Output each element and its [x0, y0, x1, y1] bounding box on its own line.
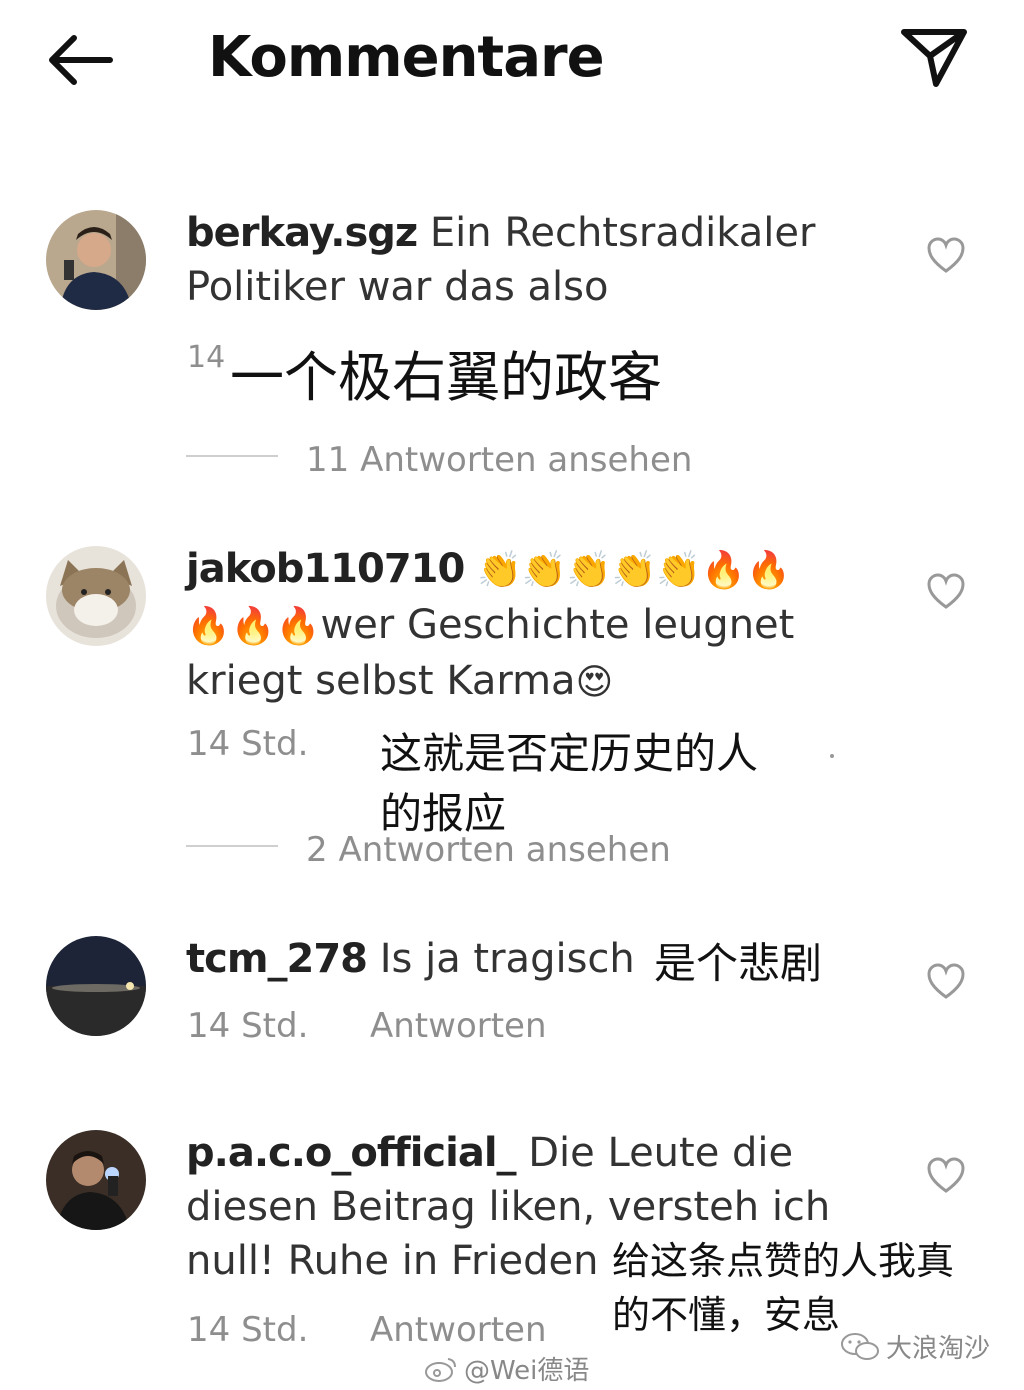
avatar[interactable]	[46, 1130, 146, 1230]
comment-username[interactable]: tcm_278	[186, 936, 368, 982]
avatar[interactable]	[46, 546, 146, 646]
heart-icon	[927, 573, 965, 609]
weibo-watermark: @Wei德语	[424, 1350, 589, 1387]
comment-body: Is ja tragisch	[379, 936, 635, 982]
comment-username[interactable]: p.a.c.o_official_	[186, 1130, 517, 1176]
wechat-watermark: 大浪淘沙	[840, 1328, 990, 1365]
comment-text: jakob110710 👏👏👏👏👏🔥🔥 🔥🔥🔥wer Geschichte le…	[186, 542, 886, 710]
like-button[interactable]	[926, 236, 966, 276]
paper-plane-icon	[901, 29, 967, 87]
comment-body: Die Leute die	[528, 1130, 794, 1176]
emoji: 😍	[575, 662, 614, 703]
comment-time: 14 Std.	[187, 1006, 309, 1046]
avatar[interactable]	[46, 210, 146, 310]
divider	[186, 455, 278, 457]
emoji-sequence: 🔥🔥🔥	[186, 606, 321, 647]
translation-caption: 这就是否定历史的人 的报应	[380, 724, 758, 844]
like-button[interactable]	[926, 1156, 966, 1196]
wechat-icon	[841, 1332, 879, 1360]
share-button[interactable]	[896, 22, 972, 94]
view-replies-link[interactable]: 2 Antworten ansehen	[306, 828, 671, 862]
reply-link[interactable]: Antworten	[370, 1004, 547, 1048]
translation-caption: 是个悲剧	[654, 939, 823, 988]
like-button[interactable]	[926, 572, 966, 612]
comment-username[interactable]: jakob110710	[186, 546, 465, 592]
translation-caption: 给这条点赞的人我真 的不懂，安息	[612, 1234, 955, 1342]
page-title: Kommentare	[208, 25, 605, 90]
translation-caption: 一个极右翼的政客	[230, 346, 662, 409]
dot-separator	[830, 754, 834, 758]
comment-username[interactable]: berkay.sgz	[186, 210, 418, 256]
comment-time: 14 Std.	[187, 1310, 309, 1350]
back-button[interactable]	[44, 30, 116, 90]
heart-icon	[927, 1157, 965, 1193]
heart-icon	[927, 237, 965, 273]
comment-body: kriegt selbst Karma	[186, 658, 576, 704]
comment-time: 14 Std.	[187, 724, 309, 764]
comment-time: 14	[187, 340, 226, 375]
translation-line: 给这条点赞的人我真	[612, 1239, 955, 1283]
view-replies-link[interactable]: 11 Antworten ansehen	[306, 438, 692, 482]
weibo-handle: @Wei德语	[464, 1356, 590, 1386]
wechat-account: 大浪淘沙	[886, 1334, 991, 1364]
reply-link[interactable]: Antworten	[370, 1308, 547, 1352]
translation-line: 这就是否定历史的人	[380, 729, 759, 778]
divider	[186, 845, 278, 847]
arrow-left-icon	[49, 35, 113, 85]
weibo-icon	[425, 1357, 456, 1382]
avatar[interactable]	[46, 936, 146, 1036]
comment-body: diesen Beitrag liken, versteh ich	[186, 1184, 831, 1230]
heart-icon	[927, 963, 965, 999]
emoji-sequence: 👏👏👏👏👏🔥🔥	[477, 550, 791, 591]
comment-text: berkay.sgz Ein Rechtsradikaler Politiker…	[186, 206, 886, 314]
like-button[interactable]	[926, 962, 966, 1002]
comment-body: wer Geschichte leugnet	[320, 602, 795, 648]
